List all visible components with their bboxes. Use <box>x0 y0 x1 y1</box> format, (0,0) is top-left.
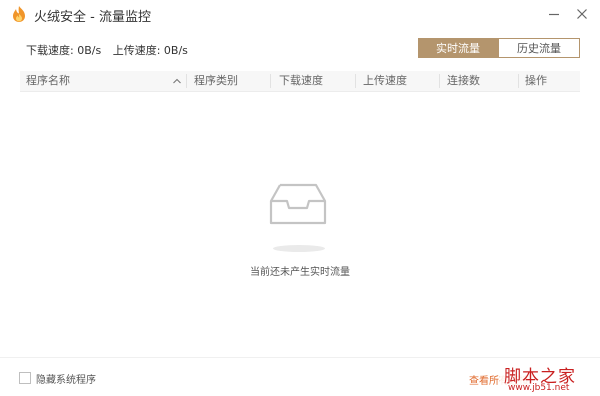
tab-realtime-traffic[interactable]: 实时流量 <box>418 38 498 58</box>
column-divider[interactable] <box>439 74 440 88</box>
minimize-icon[interactable] <box>544 4 564 24</box>
site-watermark: 脚本之家 www.jb51.net <box>500 362 600 396</box>
empty-tray-shadow <box>273 245 325 252</box>
empty-state-message: 当前还未产生实时流量 <box>250 267 350 278</box>
column-header-connections[interactable]: 连接数 <box>447 71 480 91</box>
huorong-flame-logo <box>13 6 25 22</box>
column-header-program-name[interactable]: 程序名称 <box>26 71 70 91</box>
download-speed-label: 下载速度: <box>26 44 74 57</box>
watermark-url: www.jb51.net <box>508 383 570 393</box>
upload-speed-value: 0B/s <box>163 44 188 57</box>
table-header: 程序名称 程序类别 下载速度 上传速度 连接数 操作 <box>20 71 580 92</box>
column-header-download-speed[interactable]: 下载速度 <box>279 71 323 91</box>
column-header-upload-speed[interactable]: 上传速度 <box>363 71 407 91</box>
column-header-program-category[interactable]: 程序类别 <box>194 71 238 91</box>
window-title: 火绒安全 - 流量监控 <box>34 10 151 25</box>
footer-divider <box>0 357 600 358</box>
chevron-up-icon[interactable] <box>171 75 183 87</box>
speed-readout: 下载速度: 0B/s 上传速度: 0B/s <box>26 42 188 58</box>
column-divider[interactable] <box>270 74 271 88</box>
column-divider[interactable] <box>186 74 187 88</box>
column-divider[interactable] <box>355 74 356 88</box>
close-icon[interactable] <box>572 4 592 24</box>
hide-system-programs-checkbox[interactable] <box>19 372 31 384</box>
tab-history-traffic[interactable]: 历史流量 <box>498 38 580 58</box>
hide-system-programs-label[interactable]: 隐藏系统程序 <box>36 371 96 386</box>
empty-tray-icon <box>269 183 327 225</box>
upload-speed-label: 上传速度: <box>112 44 161 57</box>
traffic-tabs: 实时流量 历史流量 <box>418 38 580 58</box>
column-header-action[interactable]: 操作 <box>525 71 547 91</box>
title-bar: 火绒安全 - 流量监控 <box>0 0 600 30</box>
column-divider[interactable] <box>518 74 519 88</box>
download-speed-value: 0B/s <box>77 44 102 57</box>
